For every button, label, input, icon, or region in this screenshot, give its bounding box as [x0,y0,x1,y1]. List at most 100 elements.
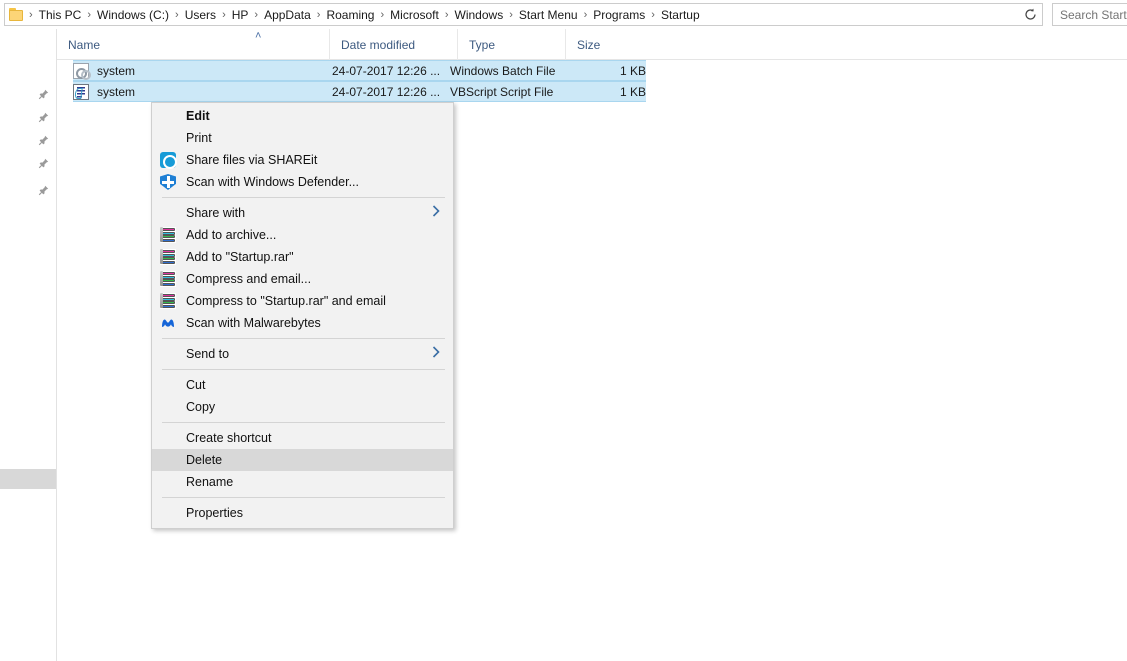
menu-item-properties[interactable]: Properties [152,502,453,524]
nav-item-new-volume-g[interactable]: New Volume (G:) [0,564,56,584]
nav-item-onedrive[interactable]: OneDrive [0,249,56,269]
chevron-right-icon [431,346,441,362]
column-header-date-modified[interactable]: Date modified [329,29,457,60]
winrar-icon [160,227,176,243]
nav-item-label: Windows (C:) [0,472,56,486]
nav-item-recovery-d[interactable]: RECOVERY (D:) [0,492,56,512]
menu-separator [162,197,445,198]
menu-item-label: Send to [186,347,230,361]
file-date-modified: 24-07-2017 12:26 ... [332,63,441,78]
file-type: VBScript Script File [450,84,554,99]
breadcrumb-item-windows[interactable]: Windows [451,5,508,25]
nav-item-desktop[interactable]: Desktop [0,84,56,104]
menu-item-share-files-via-shareit[interactable]: Share files via SHAREit [152,149,453,171]
menu-item-label: Properties [186,506,243,520]
file-row[interactable]: system 24-07-2017 12:26 ... VBScript Scrip… [73,81,646,102]
breadcrumb-item-microsoft[interactable]: Microsoft [386,5,443,25]
menu-item-compress-and-email[interactable]: Compress and email... [152,268,453,290]
column-header-type[interactable]: Type [457,29,565,60]
breadcrumb-separator: › [175,8,179,21]
nav-item-label: This PC [0,322,56,336]
navigation-pane: Quick access Desktop Downloads Documents Pic… [0,29,57,661]
menu-item-edit[interactable]: Edit [152,105,453,127]
menu-item-scan-with-windows-defender[interactable]: Scan with Windows Defender... [152,171,453,193]
breadcrumb-separator: › [254,8,259,21]
menu-item-rename[interactable]: Rename [152,471,453,493]
nav-item-documents[interactable]: Documents [0,359,56,379]
breadcrumb-separator: › [380,8,385,21]
nav-item-downloads[interactable]: Downloads [0,107,56,127]
menu-item-create-shortcut[interactable]: Create shortcut [152,427,453,449]
nav-item-this-pc[interactable]: This PC [0,319,56,339]
breadcrumb-item-start-menu[interactable]: Start Menu [515,5,582,25]
menu-item-compress-to-startup-rar-and-email[interactable]: Compress to "Startup.rar" and email [152,290,453,312]
refresh-icon[interactable] [1018,4,1042,25]
menu-item-add-to-archive[interactable]: Add to archive... [152,224,453,246]
breadcrumb-separator: › [651,8,655,21]
menu-item-print[interactable]: Print [152,127,453,149]
menu-item-copy[interactable]: Copy [152,396,453,418]
menu-separator [162,369,445,370]
menu-item-delete[interactable]: Delete [152,449,453,471]
nav-item-new-volume-e[interactable]: New Volume (E:) [0,516,56,536]
menu-item-label: Compress and email... [186,272,312,286]
nav-item-label: Quick access [0,59,56,73]
menu-item-label: Share files via SHAREit [186,153,318,167]
nav-item-windows-c[interactable]: Windows (C:) [0,469,56,489]
breadcrumb-item-windows-c[interactable]: Windows (C:) [93,5,173,25]
breadcrumb-separator: › [29,8,33,21]
breadcrumb-separator: › [316,8,321,21]
menu-item-send-to[interactable]: Send to [152,343,453,365]
column-header-name[interactable]: Name [57,29,317,60]
column-header-size[interactable]: Size [565,29,650,60]
search-input[interactable]: Search Startu [1052,3,1127,26]
menu-item-label: Copy [186,400,216,414]
menu-item-scan-with-malwarebytes[interactable]: Scan with Malwarebytes [152,312,453,334]
file-date-modified: 24-07-2017 12:26 ... [332,84,441,99]
nav-item-label: Documents [0,362,56,376]
context-menu: Edit Print Share files via SHAREit Scan wit… [151,102,454,529]
pin-icon[interactable] [38,89,49,100]
shareit-icon [160,152,177,169]
breadcrumb-item-roaming[interactable]: Roaming [322,5,378,25]
menu-item-label: Add to "Startup.rar" [186,250,294,264]
nav-item-label: RECOVERY (D:) [0,495,56,509]
nav-item-music[interactable]: Music [0,180,56,200]
breadcrumb[interactable]: › This PC › Windows (C:) › Users › HP › AppData › R… [4,3,1043,26]
nav-item-new-volume-f[interactable]: New Volume (F:) [0,540,56,560]
menu-item-label: Cut [186,378,206,392]
windows-defender-icon [160,174,176,190]
menu-item-share-with[interactable]: Share with [152,202,453,224]
file-type: Windows Batch File [450,63,556,78]
menu-separator [162,338,445,339]
pin-icon[interactable] [38,185,49,196]
breadcrumb-item-users[interactable]: Users [181,5,220,25]
breadcrumb-item-this-pc[interactable]: This PC [35,5,86,25]
batch-file-icon [73,62,91,80]
file-name: system [97,84,136,99]
malwarebytes-icon [160,315,176,331]
menu-item-label: Share with [186,206,246,220]
vbscript-file-icon [73,83,89,100]
nav-item-downloads[interactable]: Downloads [0,382,56,402]
menu-item-label: Rename [186,475,234,489]
nav-item-quick-access[interactable]: Quick access [0,56,56,76]
file-size: 1 KB [619,84,646,99]
nav-item-documents[interactable]: Documents [0,130,56,150]
file-row[interactable]: system 24-07-2017 12:26 ... Windows Batch … [73,60,646,81]
folder-icon [9,8,24,21]
nav-item-pictures[interactable]: Pictures [0,153,56,173]
menu-item-cut[interactable]: Cut [152,374,453,396]
nav-item-label: Downloads [0,385,56,399]
breadcrumb-item-appdata[interactable]: AppData [260,5,315,25]
breadcrumb-item-programs[interactable]: Programs [589,5,649,25]
breadcrumb-separator: › [509,8,513,21]
pin-icon[interactable] [38,135,49,146]
nav-item-label: New Volume (E:) [0,519,56,533]
breadcrumb-item-hp[interactable]: HP [228,5,253,25]
pin-icon[interactable] [38,158,49,169]
menu-item-add-to-startup-rar[interactable]: Add to "Startup.rar" [152,246,453,268]
menu-item-label: Print [186,131,212,145]
breadcrumb-item-startup[interactable]: Startup [657,5,704,25]
pin-icon[interactable] [38,112,49,123]
